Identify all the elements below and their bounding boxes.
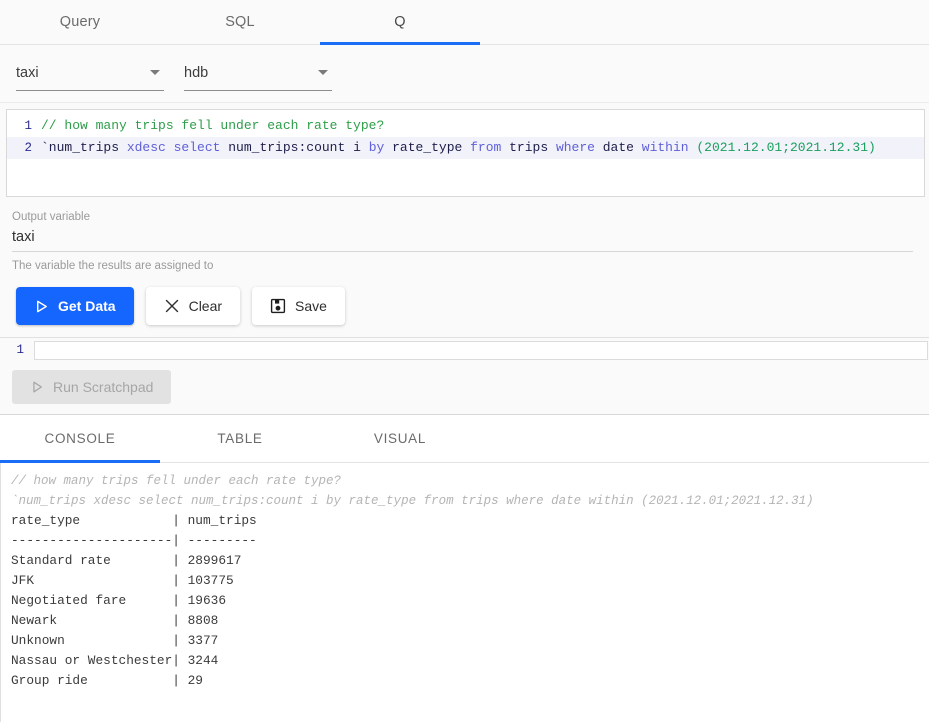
- console-table-separator: ---------------------| ---------: [11, 531, 929, 551]
- tab-q-label: Q: [394, 14, 405, 30]
- play-icon: [30, 380, 44, 394]
- console-output[interactable]: // how many trips fell under each rate t…: [0, 463, 929, 722]
- chevron-down-icon: [150, 70, 160, 75]
- tab-console-label: CONSOLE: [45, 431, 116, 446]
- console-table-row: Unknown | 3377: [11, 631, 929, 651]
- line-number: 1: [7, 116, 41, 137]
- tab-q[interactable]: Q: [320, 0, 480, 44]
- code-token: (2021.12.01;2021.12.31): [696, 137, 875, 158]
- code-token: date: [603, 137, 642, 158]
- save-label: Save: [295, 298, 327, 314]
- floppy-disk-icon: [270, 298, 286, 314]
- code-token: `num_trips: [41, 137, 127, 158]
- query-code-editor[interactable]: 1 // how many trips fell under each rate…: [6, 109, 925, 197]
- console-table-header: rate_type | num_trips: [11, 511, 929, 531]
- console-table-row: Group ride | 29: [11, 671, 929, 691]
- console-table-row: Nassau or Westchester| 3244: [11, 651, 929, 671]
- tab-table[interactable]: TABLE: [160, 415, 320, 462]
- output-variable-help: The variable the results are assigned to: [12, 252, 913, 277]
- tab-console[interactable]: CONSOLE: [0, 415, 160, 462]
- tab-sql[interactable]: SQL: [160, 0, 320, 44]
- console-table-row: Negotiated fare | 19636: [11, 591, 929, 611]
- source-select[interactable]: taxi: [16, 57, 164, 91]
- action-buttons: Get Data Clear Save: [0, 277, 929, 338]
- tab-query-label: Query: [60, 14, 101, 30]
- tab-visual-label: VISUAL: [374, 431, 426, 446]
- active-result-tab-indicator: [0, 460, 160, 463]
- scratchpad-line-number: 1: [6, 343, 34, 357]
- output-variable-section: Output variable taxi The variable the re…: [0, 203, 929, 277]
- tab-table-label: TABLE: [217, 431, 262, 446]
- console-table-row: Standard rate | 2899617: [11, 551, 929, 571]
- tab-visual[interactable]: VISUAL: [320, 415, 480, 462]
- get-data-label: Get Data: [58, 298, 116, 314]
- scratchpad-input[interactable]: [34, 341, 928, 360]
- close-icon: [164, 298, 180, 314]
- clear-button[interactable]: Clear: [146, 287, 240, 325]
- database-select-value: hdb: [184, 65, 208, 81]
- code-token: from: [470, 137, 509, 158]
- chevron-down-icon: [318, 70, 328, 75]
- code-token: xdesc select: [127, 137, 228, 158]
- output-variable-label: Output variable: [12, 209, 913, 225]
- console-echo-line: // how many trips fell under each rate t…: [11, 471, 929, 491]
- code-token: by: [369, 137, 392, 158]
- code-token: trips: [509, 137, 556, 158]
- run-scratchpad-button[interactable]: Run Scratchpad: [12, 370, 171, 404]
- code-token: rate_type: [392, 137, 470, 158]
- tab-sql-label: SQL: [225, 14, 255, 30]
- get-data-button[interactable]: Get Data: [16, 287, 134, 325]
- code-token: // how many trips fell under each rate t…: [41, 115, 384, 136]
- code-token: within: [642, 137, 697, 158]
- result-view-tabs: CONSOLE TABLE VISUAL: [0, 415, 929, 463]
- scratchpad-editor: 1: [0, 338, 929, 362]
- source-selectors: taxi hdb: [0, 45, 929, 103]
- code-line[interactable]: 1 // how many trips fell under each rate…: [7, 115, 924, 137]
- tab-query[interactable]: Query: [0, 0, 160, 44]
- database-select[interactable]: hdb: [184, 57, 332, 91]
- scratchpad-actions: Run Scratchpad: [0, 362, 929, 415]
- console-table-row: Newark | 8808: [11, 611, 929, 631]
- output-variable-input[interactable]: taxi: [12, 225, 913, 252]
- console-table-row: JFK | 103775: [11, 571, 929, 591]
- console-echo-line: `num_trips xdesc select num_trips:count …: [11, 491, 929, 511]
- run-scratchpad-label: Run Scratchpad: [53, 379, 153, 395]
- code-token: where: [556, 137, 603, 158]
- source-select-value: taxi: [16, 65, 39, 81]
- code-line[interactable]: 2 `num_trips xdesc select num_trips:coun…: [7, 137, 924, 159]
- play-icon: [34, 299, 49, 314]
- active-tab-indicator: [320, 42, 480, 45]
- query-mode-tabs: Query SQL Q: [0, 0, 929, 45]
- query-editor-container: 1 // how many trips fell under each rate…: [0, 103, 929, 203]
- line-number: 2: [7, 138, 41, 159]
- clear-label: Clear: [189, 298, 222, 314]
- code-token: num_trips:count i: [228, 137, 368, 158]
- save-button[interactable]: Save: [252, 287, 345, 325]
